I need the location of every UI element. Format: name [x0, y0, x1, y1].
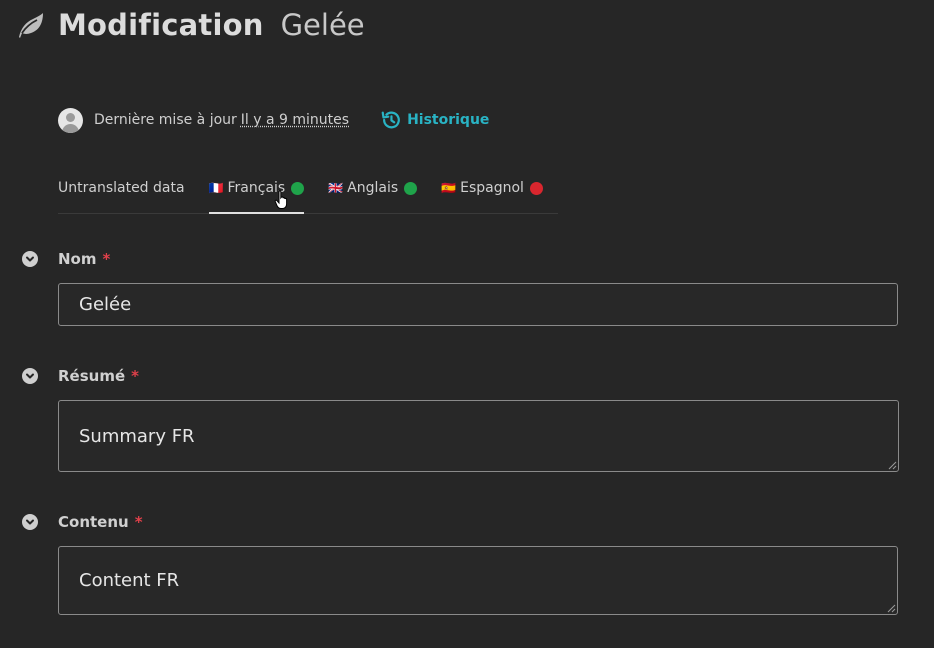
required-marker: * [134, 513, 143, 531]
hand-cursor-icon [274, 190, 288, 209]
nom-input[interactable]: Gelée [58, 283, 898, 326]
avatar [58, 107, 83, 133]
edit-page: Modification Gelée Dernière mise à jour … [0, 0, 934, 648]
nom-field-label: Nom * [22, 250, 110, 268]
status-complete-icon [404, 181, 418, 195]
history-label: Historique [407, 112, 490, 128]
field-label-text: Nom [58, 250, 97, 268]
last-update-time: Il y a 9 minutes [240, 112, 350, 128]
page-header: Modification Gelée [14, 4, 365, 46]
chevron-down-icon[interactable] [22, 514, 38, 530]
chevron-down-icon[interactable] [22, 368, 38, 384]
language-tabs: Untranslated data 🇫🇷 Français 🇬🇧 Anglais… [58, 176, 558, 214]
tab-espagnol[interactable]: 🇪🇸 Espagnol [441, 176, 543, 200]
contenu-field-label: Contenu * [22, 513, 143, 531]
nom-input-value: Gelée [79, 294, 132, 315]
tab-label: Anglais [347, 180, 399, 196]
contenu-textarea[interactable]: Content FR [58, 546, 898, 615]
history-icon [381, 111, 400, 129]
resume-field-label: Résumé * [22, 367, 139, 385]
tab-untranslated-data[interactable]: Untranslated data [58, 176, 185, 200]
resize-handle-icon[interactable] [888, 461, 897, 470]
history-link[interactable]: Historique [380, 109, 489, 131]
last-update-label: Dernière mise à jour [94, 112, 237, 128]
leaf-icon [14, 9, 46, 41]
resume-textarea[interactable]: Summary FR [58, 400, 899, 472]
tab-label: Espagnol [460, 180, 524, 196]
page-title: Modification [58, 8, 264, 42]
contenu-textarea-value: Content FR [79, 570, 180, 591]
required-marker: * [102, 250, 111, 268]
resize-handle-icon[interactable] [887, 604, 896, 613]
flag-fr-icon: 🇫🇷 [208, 181, 224, 195]
page-subtitle: Gelée [280, 8, 365, 42]
field-label-text: Résumé [58, 367, 126, 385]
flag-gb-icon: 🇬🇧 [328, 181, 344, 195]
resume-textarea-value: Summary FR [79, 425, 195, 447]
status-complete-icon [291, 181, 305, 195]
chevron-down-icon[interactable] [22, 251, 38, 267]
field-label-text: Contenu [58, 513, 129, 531]
last-update-bar: Dernière mise à jour Il y a 9 minutes Hi… [58, 107, 489, 133]
required-marker: * [131, 367, 139, 385]
tab-label: Untranslated data [58, 180, 185, 196]
tab-anglais[interactable]: 🇬🇧 Anglais [328, 176, 418, 200]
status-missing-icon [529, 181, 543, 195]
flag-es-icon: 🇪🇸 [441, 181, 457, 195]
